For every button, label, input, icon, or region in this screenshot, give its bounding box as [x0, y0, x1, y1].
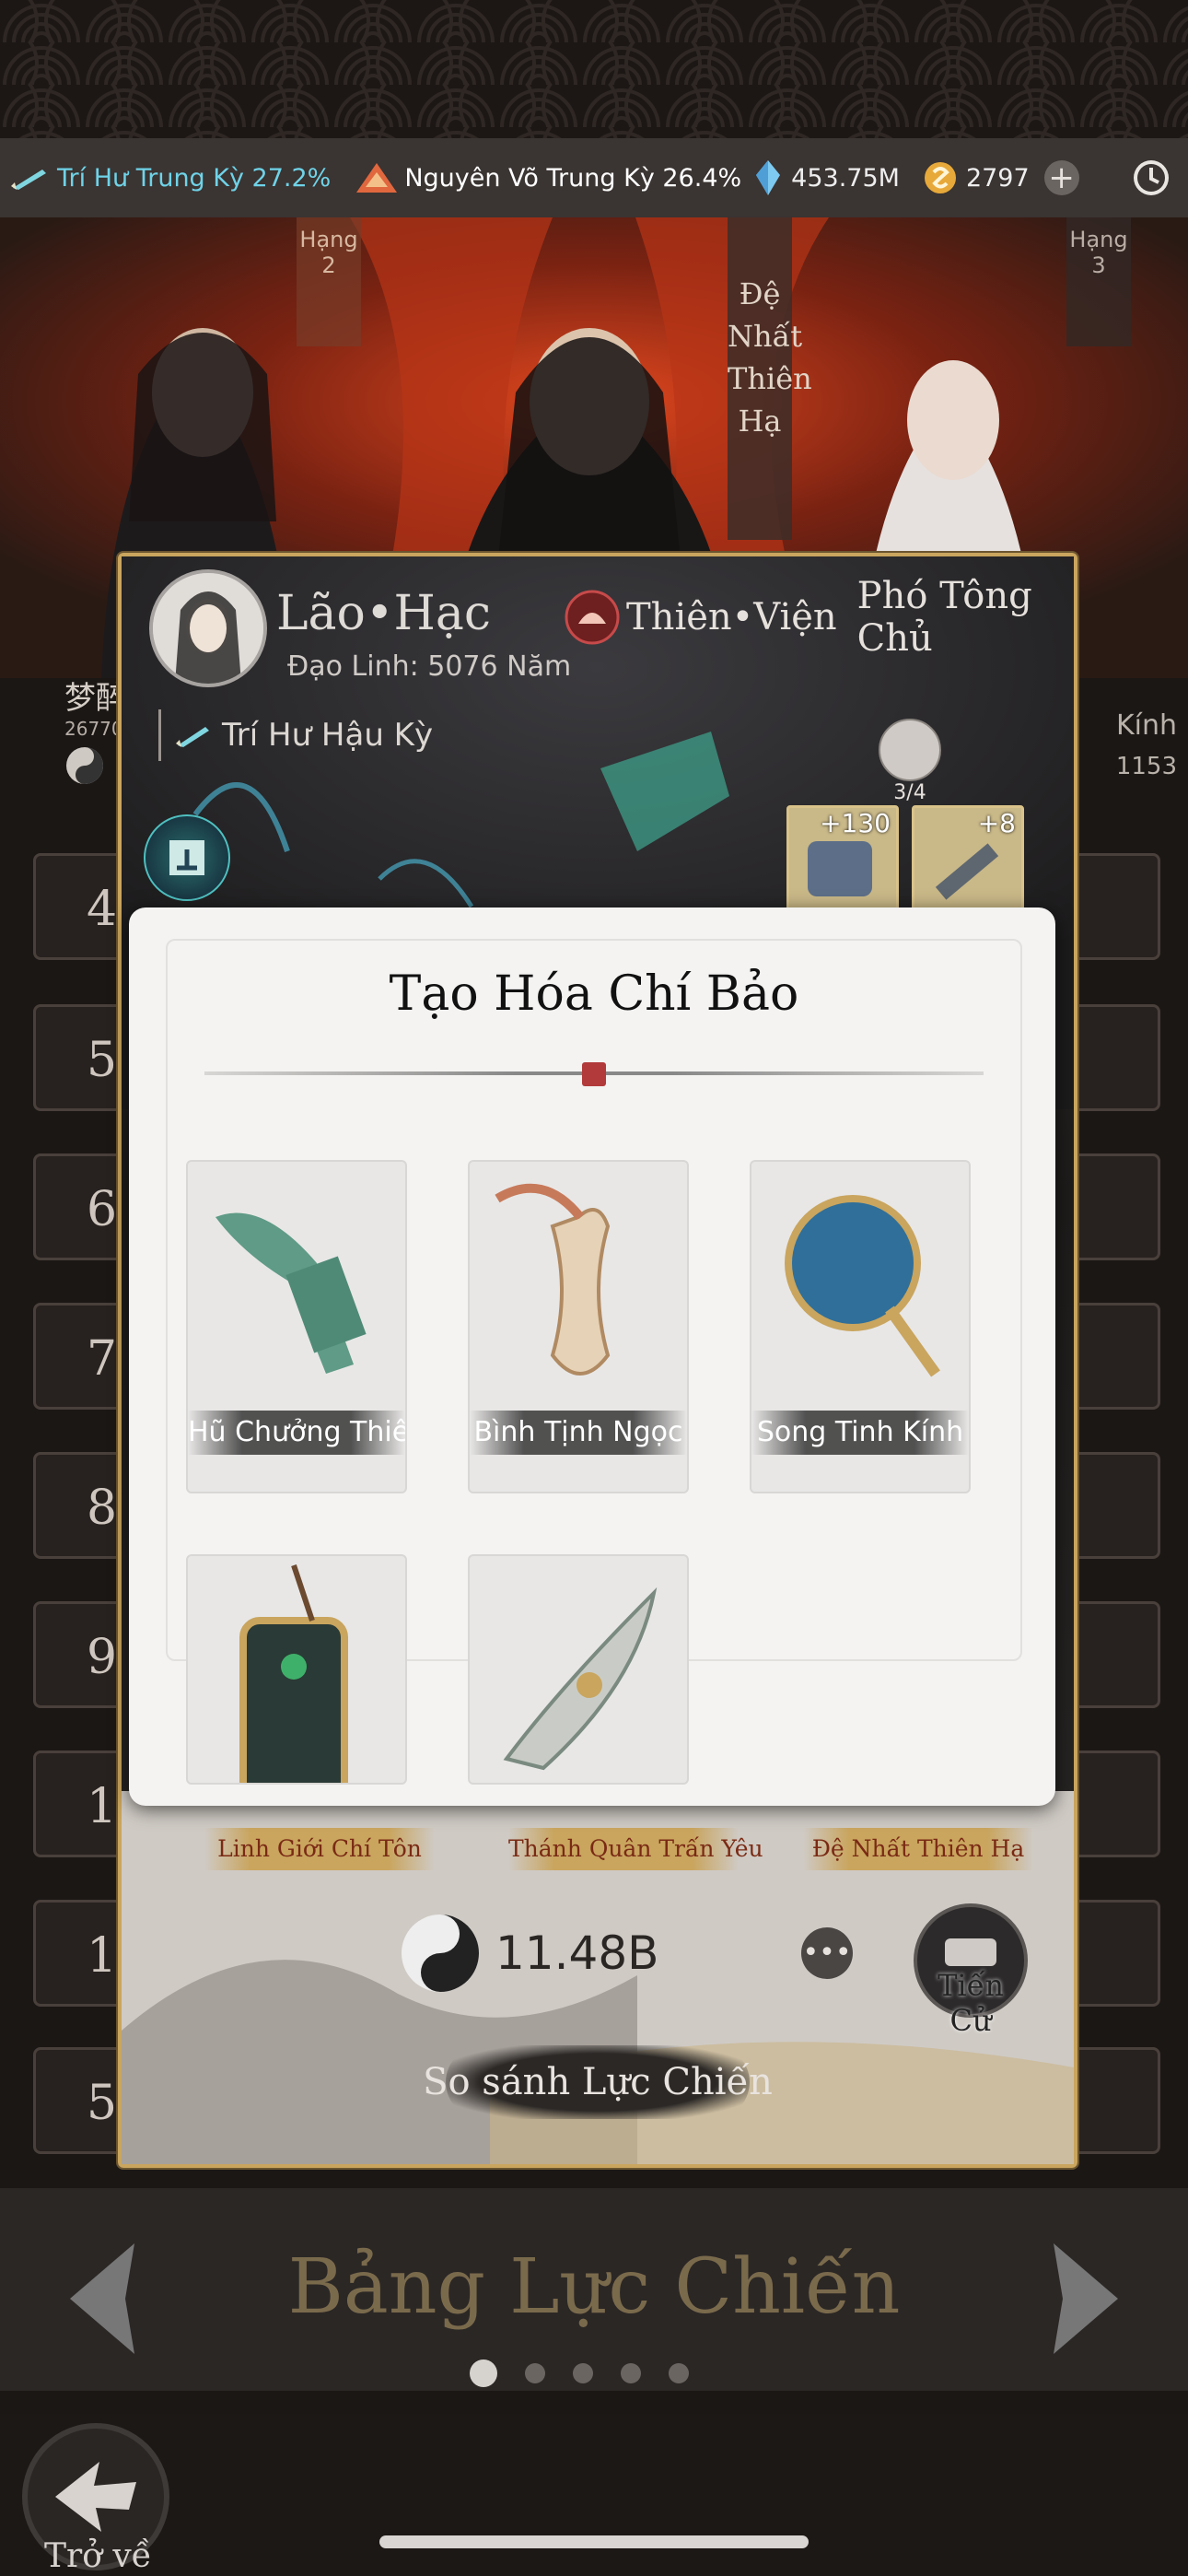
more-options-button[interactable]: •••: [801, 1927, 853, 1979]
cultivation-progress-2-text: Nguyên Võ Trung Kỳ 26.4%: [404, 163, 742, 193]
recommend-button[interactable]: Tiến Cử: [914, 1903, 1028, 2038]
player-name: Lão•Hạc: [276, 586, 491, 641]
recommend-label: Tiến Cử: [938, 1968, 1004, 2038]
page-indicator: [470, 2359, 718, 2387]
clock-button[interactable]: [1131, 158, 1171, 198]
treasure-card[interactable]: Hũ Chưởng Thiên: [186, 1160, 407, 1493]
treasure-name: Bình Tịnh Ngọc: [470, 1411, 687, 1455]
realm-info: Trí Hư Hậu Kỳ: [158, 709, 433, 761]
equipment-item-1[interactable]: +130: [786, 805, 899, 914]
row-rank: 4: [87, 882, 118, 937]
row-rank: 8: [87, 1481, 118, 1536]
back-button[interactable]: Trở về: [17, 2423, 169, 2576]
combat-power-value: 11.48B: [495, 1926, 659, 1980]
treasure-artwork: [503, 1587, 658, 1771]
treasure-card[interactable]: [468, 1554, 689, 1785]
cultivation-progress-2: Nguyên Võ Trung Kỳ 26.4%: [355, 159, 741, 196]
realm-text: Trí Hư Hậu Kỳ: [222, 717, 434, 754]
sect-emblem-icon: [564, 589, 621, 646]
treasure-artwork: [785, 1195, 940, 1377]
compare-power-label: So sánh Lực Chiến: [423, 2061, 773, 2103]
armor-icon: [808, 841, 872, 896]
equipment-item-2-level: +8: [977, 808, 1016, 838]
right-player-summary[interactable]: Kính 1153: [1076, 709, 1177, 802]
equipment-item-2[interactable]: +8: [912, 805, 1024, 914]
page-dot[interactable]: [621, 2363, 641, 2383]
treasure-popup: Tạo Hóa Chí Bảo Hũ Chưởng Thiên Bình Tịnh…: [129, 907, 1055, 1806]
coin-icon: [922, 159, 959, 196]
title-badges: Linh Giới Chí Tôn Thánh Quân Trấn Yêu Đệ N…: [158, 1828, 1052, 1883]
rank-3-badge: Hạng 3: [1066, 217, 1131, 346]
sect-name: Thiên•Viện: [626, 596, 837, 638]
yin-yang-icon: [64, 745, 105, 786]
row-rank: 9: [87, 1630, 118, 1685]
board-title: Bảng Lực Chiến: [287, 2243, 901, 2331]
home-indicator[interactable]: [379, 2535, 809, 2548]
rank-1-banner: Đệ Nhất Thiên Hạ: [728, 217, 812, 540]
coin-resource: 2797: [922, 159, 1030, 196]
title-badge[interactable]: Đệ Nhất Thiên Hạ: [803, 1828, 1033, 1870]
rank-2-badge: Hạng 2: [297, 217, 361, 346]
chevron-right-icon: [1054, 2243, 1118, 2354]
page-dot[interactable]: [525, 2363, 545, 2383]
page-dot[interactable]: [669, 2363, 689, 2383]
treasure-artwork: [495, 1183, 611, 1376]
sect-role: Phó Tông Chủ: [856, 575, 1032, 660]
popup-title: Tạo Hóa Chí Bảo: [389, 966, 799, 1022]
equipment-item-1-level: +130: [820, 808, 891, 838]
row-rank: 6: [87, 1182, 118, 1237]
treasure-slot-count: 3/4: [893, 781, 926, 804]
resource-bar: Trí Hư Trung Kỳ 27.2% Nguyên Võ Trung Kỳ…: [0, 138, 1188, 219]
add-currency-button[interactable]: +: [1043, 159, 1079, 196]
right-player-power: 1153: [1115, 753, 1177, 780]
treasure-name: Hũ Chưởng Thiên: [188, 1411, 405, 1455]
cultivation-progress-1: Trí Hư Trung Kỳ 27.2%: [9, 164, 331, 193]
clock-icon: [1134, 160, 1169, 195]
crystal-icon: [754, 158, 782, 197]
meditation-button[interactable]: [144, 814, 230, 901]
yin-yang-icon: [398, 1911, 483, 1996]
treasure-artwork: [239, 1564, 348, 1783]
ellipsis-icon: •••: [802, 1937, 852, 1969]
next-board-button[interactable]: [1044, 2243, 1127, 2354]
title-badge[interactable]: Linh Giới Chí Tôn: [204, 1828, 435, 1870]
page-dot[interactable]: [470, 2359, 497, 2387]
combat-power: 11.48B: [398, 1911, 658, 1996]
page-dot[interactable]: [573, 2363, 593, 2383]
right-player-name: Kính: [1115, 709, 1177, 742]
treasure-card[interactable]: [186, 1554, 407, 1785]
plus-icon: +: [1048, 159, 1075, 196]
treasure-card[interactable]: Song Tinh Kính: [750, 1160, 971, 1493]
top-wave-pattern: [0, 0, 1188, 138]
dao-age: Đạo Linh: 5076 Năm: [287, 650, 572, 683]
treasure-artwork: [215, 1212, 367, 1374]
coin-amount: 2797: [965, 163, 1030, 193]
treasure-card[interactable]: Bình Tịnh Ngọc: [468, 1160, 689, 1493]
sword-icon: [174, 721, 213, 749]
sword-icon: [9, 164, 50, 192]
crystal-resource: 453.75M: [754, 158, 900, 197]
player-avatar[interactable]: [149, 569, 267, 687]
treasure-name: Song Tinh Kính: [751, 1411, 969, 1455]
footer-area: Trở về: [0, 2414, 1188, 2576]
treasure-slot-icon: [879, 719, 941, 781]
sect-info[interactable]: Thiên•Viện Phó Tông Chủ: [564, 575, 1074, 660]
row-rank: 5: [87, 1033, 118, 1088]
board-nav: Bảng Lực Chiến: [0, 2188, 1188, 2391]
back-label: Trở về: [44, 2537, 152, 2575]
crystal-amount: 453.75M: [791, 163, 900, 193]
seal-icon: [582, 1062, 606, 1086]
treasure-slot[interactable]: 3/4: [873, 719, 947, 804]
meditation-icon: [169, 840, 204, 875]
title-badge[interactable]: Thánh Quân Trấn Yêu: [508, 1828, 763, 1870]
cultivation-progress-1-text: Trí Hư Trung Kỳ 27.2%: [57, 163, 332, 193]
mountain-icon: [355, 159, 399, 196]
weapon-icon: [935, 843, 999, 900]
row-rank: 7: [87, 1331, 118, 1387]
compare-power-button[interactable]: So sánh Lực Chiến: [423, 2045, 773, 2119]
